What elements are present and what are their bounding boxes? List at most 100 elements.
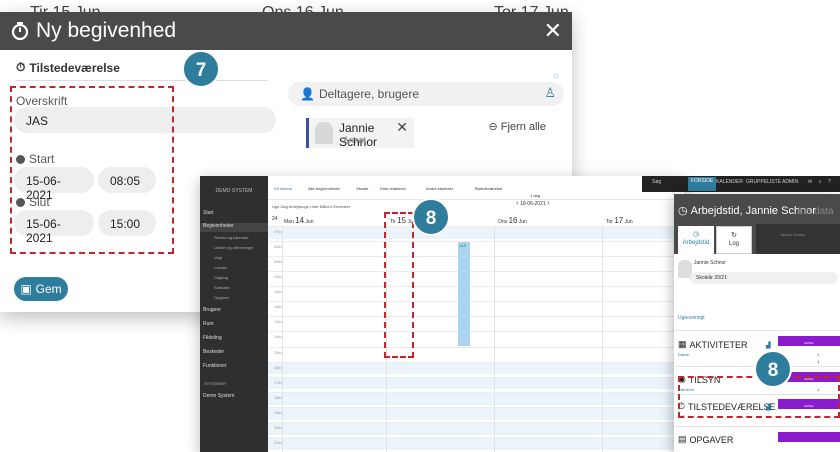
stopwatch-icon: ⏱ (16, 60, 26, 74)
view-mode-switch[interactable]: Uge Dag Arbejdsuge Liste Måned Semester (272, 204, 350, 209)
section-activities-title: AKTIVITETER (689, 339, 748, 350)
week-number: 24 (272, 216, 278, 222)
hour-label: 10to (274, 274, 282, 280)
calendar-event[interactable]: JAS (458, 242, 470, 346)
tab-my-schedule[interactable]: Dit skema (274, 186, 292, 191)
sidebar-sub-item[interactable]: Lektier og afleveringer (214, 245, 254, 250)
tab-attendance[interactable]: Tilstedeværelse (474, 186, 502, 191)
hour-label: 21to (274, 439, 282, 445)
stopwatch-icon (11, 22, 29, 41)
sidebar-sub-item[interactable]: Dagbog (214, 275, 228, 280)
search-nav[interactable]: Søg (652, 179, 661, 185)
hour-label: 16to (274, 364, 282, 370)
date-navigation: ‹ 18-06-2021 › (516, 198, 550, 207)
clock-icon: ◷ (692, 231, 700, 238)
clipboard-icon: ▤ (678, 434, 687, 444)
sidebar-item-files[interactable]: Fildeling (203, 335, 222, 341)
section-title-label: Tilstedeværelse (29, 60, 120, 75)
sidebar-sub-item[interactable]: Lokaler (214, 265, 227, 270)
sidebar-sub-item[interactable]: Vagt (214, 255, 222, 260)
person-icon: 👤 (300, 87, 315, 101)
user-name: Jannie Schnor (694, 260, 726, 266)
count-header: ANTAL (778, 336, 840, 346)
count-header-tasks (778, 432, 840, 442)
sidebar-sub-item[interactable]: Samtaler (214, 285, 230, 290)
panel-dark-strip: Jannie Schnor (756, 224, 840, 254)
section-divider (16, 80, 268, 81)
nav-home[interactable]: FORSIDE (688, 177, 717, 191)
activity-item[interactable]: Dansk (678, 352, 689, 357)
refresh-icon: ↻ (731, 232, 737, 239)
tab-substitutes[interactable]: Vikarer (356, 186, 369, 191)
bell-icon[interactable]: ♫ (818, 179, 822, 185)
activity-total: 1 (817, 359, 820, 364)
sidebar-item-start[interactable]: Start (203, 210, 214, 216)
highlight-box-fields (10, 86, 174, 254)
participant-chip: Jannie Schnor Ansat ✕ (306, 118, 414, 149)
clock-icon: ◷ (678, 205, 688, 217)
participants-input[interactable]: 👤 Deltagere, brugere ♙ (288, 82, 564, 106)
prev-arrow-icon[interactable]: ‹ (516, 198, 519, 207)
remove-participant-icon[interactable]: ✕ (396, 119, 408, 136)
user-search-icon[interactable]: ♙ (544, 85, 556, 101)
help-icon[interactable]: ? (828, 179, 831, 185)
participants-section: ☼ 👤 Deltagere, brugere ♙ Jannie Schnor A… (288, 70, 564, 166)
chart-icon[interactable]: ▟ (766, 342, 771, 349)
section-activities: ▦ AKTIVITETER (678, 339, 748, 350)
mail-icon[interactable]: ✉ (808, 179, 812, 185)
tab-relations[interactable]: Dine relationer (380, 186, 406, 191)
screenshot-stage: Tir 15 Jun Ons 16 Jun Tor 17 Jun Ny begi… (0, 0, 840, 452)
remove-all-label: Fjern alle (500, 120, 546, 133)
sidebar-item-messages[interactable]: Beskeder (203, 349, 224, 355)
hour-label: 18to (274, 394, 282, 400)
activity-count: 1 (817, 352, 820, 357)
tab-all-events[interactable]: Alle begivenheder (308, 186, 340, 191)
sidebar-sub-item[interactable]: Skema og kalender (214, 235, 248, 240)
day-suffix: Jun (518, 219, 527, 225)
day-num: 14 (295, 216, 305, 225)
week-overview-link[interactable]: Ugeoversigt (678, 315, 705, 321)
hour-label: 08to (274, 244, 282, 250)
sidebar-system-name[interactable]: Demo System (203, 393, 234, 399)
sidebar-item-functions[interactable]: Funktioner (203, 363, 227, 369)
sidebar-sub-item[interactable]: Opgaver (214, 295, 229, 300)
remove-all-button[interactable]: ⊖ Fjern alle (488, 120, 546, 134)
save-button[interactable]: ▣ Gem (14, 277, 68, 301)
divider (674, 426, 840, 427)
tab-other-schedules[interactable]: Andre skemaer (426, 186, 453, 191)
sidebar-item-rooms[interactable]: Rum (203, 321, 214, 327)
day-header-wed: Ons 16 Jun (498, 216, 527, 225)
hour-label: 09to (274, 259, 282, 265)
panel-ghost-text: ine data (798, 206, 834, 217)
sidebar-brand: DEMO SYSTEM (215, 188, 253, 194)
top-navigation: Søg FORSIDE KALENDER GRUPPELISTE ADMIN ✉… (642, 176, 840, 192)
close-icon[interactable]: ✕ (544, 18, 562, 44)
nav-groups[interactable]: GRUPPELISTE (746, 179, 781, 185)
minus-circle-icon: ⊖ (488, 121, 498, 133)
nav-calendar[interactable]: KALENDER (716, 179, 743, 185)
hour-label: 07to (274, 229, 282, 234)
sidebar-item-events[interactable]: Begivenheder (200, 223, 268, 232)
tab-worktime-label: Arbejdstid (682, 240, 710, 246)
modal-header: Ny begivenhed ✕ (0, 12, 572, 50)
next-arrow-icon[interactable]: › (547, 198, 550, 207)
divider (674, 330, 840, 331)
hour-label: 15to (274, 349, 282, 355)
school-year-select[interactable]: Skoleår 20/21 (690, 272, 838, 284)
tab-worktime[interactable]: ◷ Arbejdstid (678, 226, 714, 254)
date-caption: 1 dag (530, 193, 541, 198)
worktime-screenshot: Søg FORSIDE KALENDER GRUPPELISTE ADMIN ✉… (596, 176, 840, 452)
participant-role: Ansat (343, 135, 367, 145)
lightbulb-icon: ☼ (551, 70, 560, 80)
hour-label: 20to (274, 424, 282, 430)
hour-label: 13to (274, 319, 282, 325)
tab-log[interactable]: ↻ Log (716, 226, 752, 254)
hour-label: 17to (274, 379, 282, 385)
grid-line (282, 226, 283, 452)
modal-title: Ny begivenhed (36, 19, 177, 42)
hour-label: 14to (274, 334, 282, 340)
panel-header: ◷ Arbejdstid, Jannie Schnor ine data Jan… (674, 194, 840, 254)
sidebar-item-users[interactable]: Brugere (203, 307, 221, 313)
panel-title: ◷ Arbejdstid, Jannie Schnor (678, 204, 816, 218)
nav-admin[interactable]: ADMIN (782, 179, 798, 185)
